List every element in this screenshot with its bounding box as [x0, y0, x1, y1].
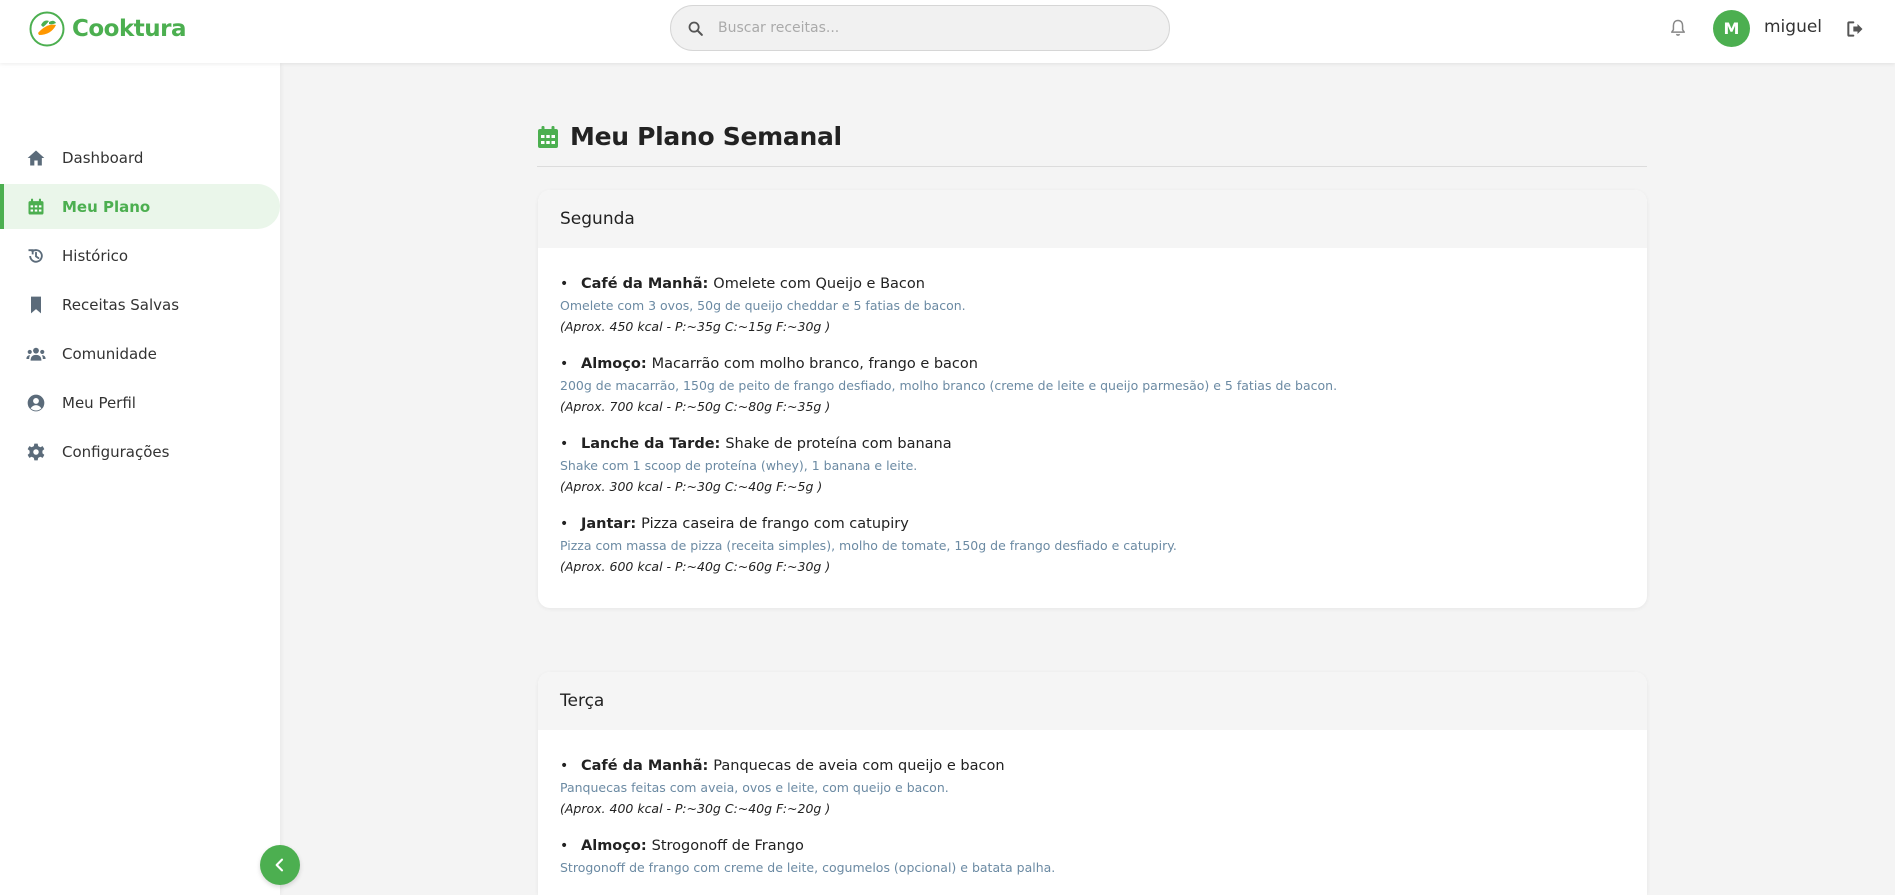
search-icon [688, 21, 703, 36]
meal-name: Strogonoff de Frango [651, 838, 804, 854]
sidebar-item-label: Comunidade [62, 344, 157, 363]
meal-macros: (Aprox. 450 kcal - P:~35g C:~15g F:~30g … [560, 319, 831, 334]
bullet: • [560, 758, 569, 774]
day-header: Segunda [538, 190, 1647, 248]
sidebar: Dashboard Meu Plano Histórico Receitas S… [0, 63, 280, 895]
meal-description: Pizza com massa de pizza (receita simple… [560, 538, 1177, 553]
user-circle-icon [26, 393, 46, 413]
meal-list: • Café da Manhã: Panquecas de aveia com … [538, 730, 1647, 895]
chevron-left-icon [275, 858, 284, 872]
search-input[interactable] [718, 20, 1138, 36]
bell-icon[interactable] [1668, 18, 1688, 38]
search-bar[interactable] [670, 5, 1170, 51]
day-card-segunda: Segunda • Café da Manhã: Omelete com Que… [538, 190, 1647, 608]
meal-item: • Café da Manhã: Omelete com Queijo e Ba… [560, 276, 1625, 334]
meal-item: • Jantar: Pizza caseira de frango com ca… [560, 516, 1625, 574]
username[interactable]: miguel [1764, 17, 1822, 37]
sidebar-item-dashboard[interactable]: Dashboard [0, 135, 280, 180]
gear-icon [26, 442, 46, 462]
sidebar-item-comunidade[interactable]: Comunidade [0, 331, 280, 376]
avatar-initial: M [1723, 19, 1740, 38]
meal-type: Café da Manhã: [581, 758, 709, 774]
sidebar-item-label: Meu Perfil [62, 393, 136, 412]
brand-name: Cooktura [72, 16, 187, 42]
bullet: • [560, 436, 569, 452]
meal-type: Lanche da Tarde: [581, 436, 721, 452]
sidebar-item-meu-perfil[interactable]: Meu Perfil [0, 380, 280, 425]
sidebar-item-historico[interactable]: Histórico [0, 233, 280, 278]
sidebar-nav: Dashboard Meu Plano Histórico Receitas S… [0, 135, 280, 478]
meal-name: Pizza caseira de frango com catupiry [641, 516, 909, 532]
meal-list: • Café da Manhã: Omelete com Queijo e Ba… [538, 248, 1647, 608]
sidebar-item-meu-plano[interactable]: Meu Plano [0, 184, 280, 229]
meal-macros: (Aprox. 600 kcal - P:~40g C:~60g F:~30g … [560, 559, 831, 574]
meal-type: Jantar: [581, 516, 637, 532]
page-title-text: Meu Plano Semanal [570, 122, 842, 151]
meal-macros: (Aprox. 700 kcal - P:~50g C:~80g F:~35g … [560, 399, 831, 414]
meal-macros: (Aprox. 400 kcal - P:~30g C:~40g F:~20g … [560, 801, 831, 816]
avatar[interactable]: M [1713, 10, 1750, 47]
meal-name: Omelete com Queijo e Bacon [713, 276, 925, 292]
brand-logo-icon [29, 11, 65, 47]
home-icon [26, 148, 46, 168]
meal-name: Macarrão com molho branco, frango e baco… [651, 356, 978, 372]
calendar-icon [26, 197, 46, 217]
day-card-terca: Terça • Café da Manhã: Panquecas de avei… [538, 672, 1647, 895]
top-header: Cooktura M miguel [0, 0, 1895, 63]
logout-icon[interactable] [1845, 19, 1865, 39]
sidebar-collapse-button[interactable] [260, 845, 300, 885]
users-icon [26, 344, 46, 364]
meal-item: • Café da Manhã: Panquecas de aveia com … [560, 758, 1625, 816]
day-header: Terça [538, 672, 1647, 730]
meal-description: Shake com 1 scoop de proteína (whey), 1 … [560, 458, 918, 473]
meal-type: Almoço: [581, 838, 647, 854]
sidebar-item-configuracoes[interactable]: Configurações [0, 429, 280, 474]
page-title: Meu Plano Semanal [537, 122, 842, 151]
bullet: • [560, 276, 569, 292]
bullet: • [560, 516, 569, 532]
sidebar-item-receitas-salvas[interactable]: Receitas Salvas [0, 282, 280, 327]
brand[interactable]: Cooktura [29, 10, 187, 48]
meal-item: • Lanche da Tarde: Shake de proteína com… [560, 436, 1625, 494]
sidebar-item-label: Meu Plano [62, 197, 151, 216]
meal-description: Omelete com 3 ovos, 50g de queijo chedda… [560, 298, 966, 313]
sidebar-item-label: Configurações [62, 442, 170, 461]
bullet: • [560, 356, 569, 372]
sidebar-item-label: Dashboard [62, 148, 144, 167]
meal-name: Shake de proteína com banana [725, 436, 952, 452]
sidebar-item-label: Histórico [62, 246, 129, 265]
bullet: • [560, 838, 569, 854]
meal-type: Almoço: [581, 356, 647, 372]
title-divider [537, 166, 1647, 167]
meal-item: • Almoço: Macarrão com molho branco, fra… [560, 356, 1625, 414]
bookmark-icon [26, 295, 46, 315]
history-icon [26, 246, 46, 266]
meal-macros: (Aprox. 300 kcal - P:~30g C:~40g F:~5g ) [560, 479, 823, 494]
calendar-icon [538, 125, 558, 148]
meal-type: Café da Manhã: [581, 276, 709, 292]
sidebar-item-label: Receitas Salvas [62, 295, 180, 314]
meal-description: Panquecas feitas com aveia, ovos e leite… [560, 780, 949, 795]
meal-description: Strogonoff de frango com creme de leite,… [560, 860, 1056, 875]
meal-item: • Almoço: Strogonoff de Frango Strogonof… [560, 838, 1625, 875]
meal-description: 200g de macarrão, 150g de peito de frang… [560, 378, 1338, 393]
meal-name: Panquecas de aveia com queijo e bacon [713, 758, 1005, 774]
